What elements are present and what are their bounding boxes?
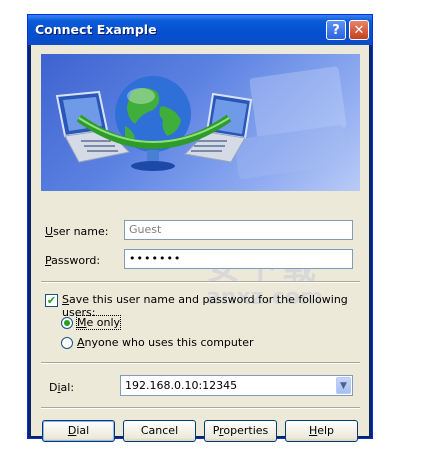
password-value: ••••••• — [129, 252, 182, 265]
radio-anyone[interactable] — [61, 337, 73, 349]
radio-anyone-label[interactable]: Anyone who uses this computer — [77, 336, 254, 349]
checkmark-icon: ✔ — [46, 294, 57, 307]
help-button[interactable]: Help — [285, 420, 358, 442]
cancel-button[interactable]: Cancel — [123, 420, 196, 442]
close-icon: ✕ — [353, 22, 365, 38]
dialog-body: 安下载 anxz.com User name: Guest Password: … — [31, 45, 369, 442]
dial-combobox[interactable]: 192.168.0.10:12345 ▼ — [120, 375, 353, 396]
radio-me-only-label[interactable]: Me only — [75, 315, 122, 330]
network-banner-image — [41, 54, 360, 191]
question-icon: ? — [332, 22, 340, 38]
help-title-button[interactable]: ? — [326, 20, 346, 40]
dial-button[interactable]: Dial — [42, 420, 115, 442]
divider — [41, 407, 360, 409]
password-field[interactable]: ••••••• — [124, 249, 353, 269]
divider — [41, 281, 360, 283]
chevron-down-icon: ▼ — [340, 380, 347, 391]
password-label: Password: — [45, 254, 101, 267]
connect-dialog: Connect Example ? ✕ anxz.com User name: … — [27, 14, 373, 442]
save-credentials-checkbox[interactable]: ✔ — [45, 294, 58, 307]
username-value: Guest — [129, 223, 162, 236]
dial-label: Dial: — [49, 381, 75, 394]
network-connection-illustration — [55, 66, 348, 179]
dropdown-arrow-button[interactable]: ▼ — [336, 377, 351, 394]
username-field[interactable]: Guest — [124, 220, 353, 240]
username-label: User name: — [45, 225, 109, 238]
dial-value: 192.168.0.10:12345 — [125, 379, 238, 392]
close-button[interactable]: ✕ — [349, 20, 369, 40]
properties-button[interactable]: Properties — [204, 420, 277, 442]
title-bar[interactable]: Connect Example ? ✕ — [28, 15, 372, 45]
radio-me-only[interactable] — [61, 317, 73, 329]
window-title: Connect Example — [35, 22, 157, 37]
divider — [41, 362, 360, 364]
radio-selected-dot — [64, 320, 70, 326]
